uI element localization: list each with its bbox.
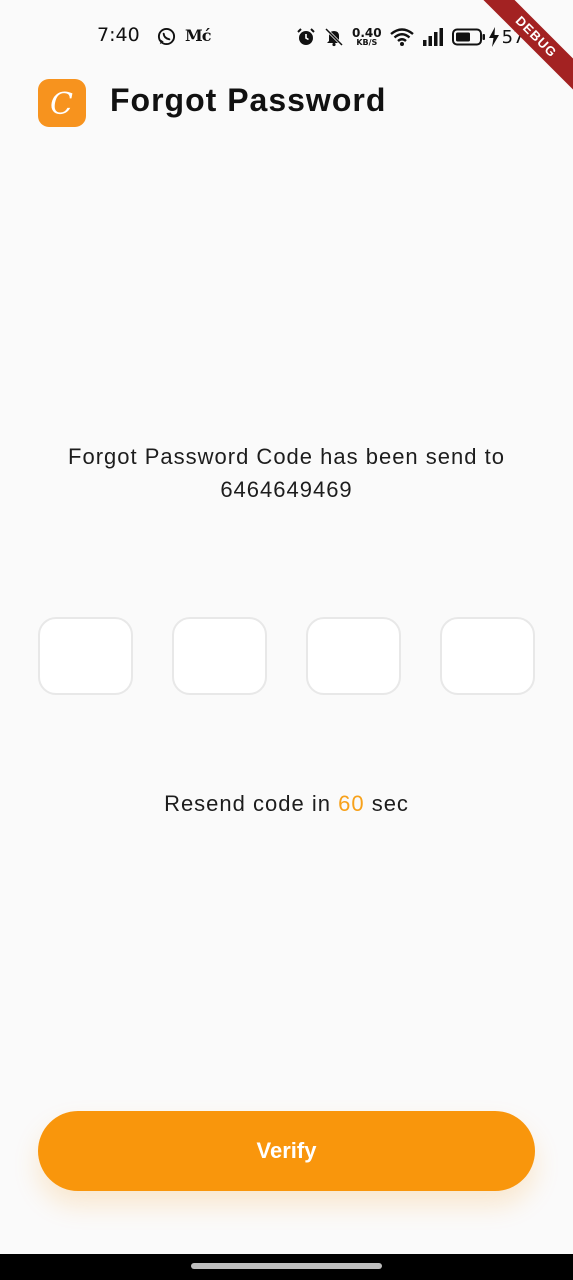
net-speed: 0.40 KB/S (352, 27, 382, 47)
otp-digit-1[interactable] (38, 617, 133, 695)
home-gesture-handle[interactable] (191, 1263, 382, 1269)
status-time: 7:40 (97, 24, 140, 46)
verify-button[interactable]: Verify (38, 1111, 535, 1191)
app-notification-icon: Mć (185, 26, 211, 45)
signal-icon (422, 28, 443, 46)
logo-letter: C (50, 87, 73, 122)
status-right-cluster: 0.40 KB/S 57% (296, 24, 542, 50)
code-sent-text: Forgot Password Code has been send to (68, 444, 505, 469)
page-title: Forgot Password (110, 82, 387, 118)
app-logo: C (38, 79, 86, 127)
resend-prefix: Resend code in (164, 791, 331, 816)
status-bar: 7:40 Mć 0.40 KB/S (0, 0, 573, 72)
battery-icon (451, 28, 485, 46)
otp-digit-3[interactable] (306, 617, 401, 695)
resend-countdown: Resend code in 60 sec (0, 791, 573, 817)
wifi-icon (389, 28, 414, 46)
charging-bolt-icon (488, 27, 499, 47)
otp-input-row (38, 617, 535, 695)
forgot-password-screen: 7:40 Mć 0.40 KB/S DEBUG C Forgot Passwor… (0, 0, 573, 1280)
code-sent-message: Forgot Password Code has been send to 64… (0, 440, 573, 506)
alarm-icon (297, 28, 315, 45)
otp-digit-4[interactable] (440, 617, 535, 695)
otp-digit-2[interactable] (172, 617, 267, 695)
bell-muted-icon (324, 27, 344, 47)
resend-seconds: 60 (338, 791, 365, 816)
resend-suffix: sec (371, 791, 409, 816)
whatsapp-icon (157, 27, 176, 46)
system-nav-bar (0, 1254, 573, 1280)
phone-number: 6464649469 (220, 477, 353, 502)
net-speed-unit: KB/S (356, 38, 378, 47)
script-c-logo-icon: C (50, 87, 73, 122)
